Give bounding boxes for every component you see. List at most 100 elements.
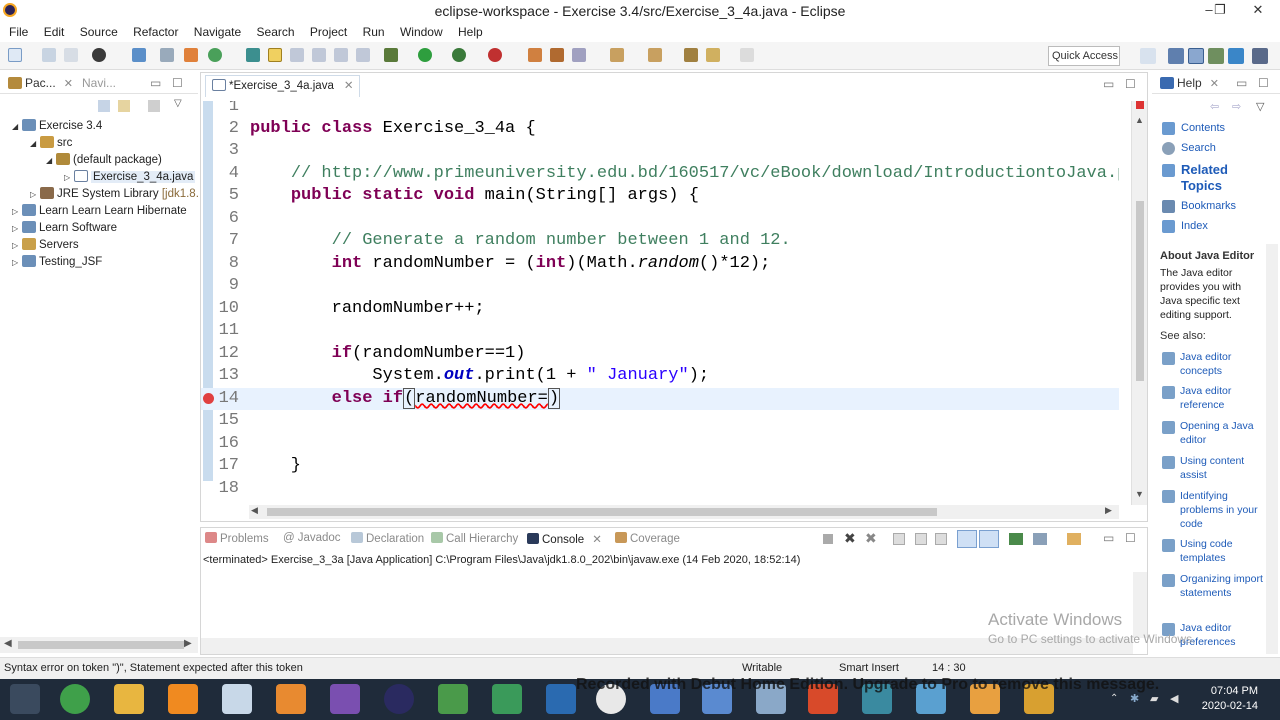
focus-icon[interactable] — [148, 100, 160, 112]
close-icon[interactable]: ✕ — [592, 534, 602, 546]
skip-breakpoints-icon[interactable] — [160, 48, 174, 62]
help-related-topics-link[interactable]: Related Topics — [1181, 162, 1261, 194]
perspective-java-ee-icon[interactable] — [1168, 48, 1184, 64]
expand-icon[interactable]: ◢ — [46, 152, 56, 169]
toggle-block-icon[interactable] — [312, 48, 326, 62]
view-menu-icon[interactable]: ▽ — [174, 98, 182, 109]
open-type-icon[interactable] — [528, 48, 542, 62]
visual-studio-icon[interactable] — [330, 684, 360, 714]
maximize-button[interactable]: ❐ — [1200, 0, 1240, 22]
menu-edit[interactable]: Edit — [38, 23, 71, 41]
tab-package-explorer[interactable]: Pac... ✕ — [8, 75, 73, 92]
clear-console-icon[interactable] — [893, 533, 905, 545]
save-icon[interactable] — [42, 48, 56, 62]
see-also-link[interactable]: Using code templates — [1180, 537, 1268, 565]
tab-call-hierarchy[interactable]: Call Hierarchy — [431, 532, 518, 545]
external-tools-icon[interactable] — [488, 48, 502, 62]
minimize-editor-icon[interactable]: ▭ — [1103, 77, 1114, 91]
see-also-link[interactable]: Identifying problems in your code — [1180, 489, 1268, 531]
quick-access-input[interactable]: Quick Access — [1048, 46, 1120, 66]
search-tool-icon[interactable] — [572, 48, 586, 62]
terminal-icon[interactable] — [132, 48, 146, 62]
perspective-debug-icon[interactable] — [1208, 48, 1224, 64]
media-player-icon[interactable] — [276, 684, 306, 714]
prev-annotation-icon[interactable] — [648, 48, 662, 62]
collapse-all-icon[interactable] — [98, 100, 110, 112]
tab-javadoc[interactable]: @ Javadoc — [283, 532, 341, 544]
tree-item-default-package[interactable]: ◢ (default package) — [0, 152, 198, 169]
tree-item-hibernate[interactable]: ▷ Learn Learn Learn Hibernate — [0, 203, 198, 220]
paragraph-icon[interactable] — [356, 48, 370, 62]
menu-navigate[interactable]: Navigate — [188, 23, 247, 41]
scroll-lock-icon[interactable] — [915, 533, 927, 545]
help-contents-link[interactable]: Contents — [1181, 121, 1225, 135]
help-vscrollbar[interactable] — [1266, 244, 1278, 654]
expand-icon[interactable]: ▷ — [12, 254, 22, 271]
remove-all-icon[interactable]: ✖ — [865, 530, 877, 547]
tree-item-exercise-3-4[interactable]: ◢ Exercise 3.4 — [0, 118, 198, 135]
tree-item-exercise-file[interactable]: ▷ Exercise_3_4a.java — [0, 169, 198, 186]
taskbar-clock[interactable]: 07:04 PM 2020-02-14 — [1202, 684, 1258, 714]
maximize-editor-icon[interactable]: ☐ — [1125, 77, 1136, 91]
see-also-link[interactable]: Java editor concepts — [1180, 350, 1268, 378]
remove-launch-icon[interactable]: ✖ — [844, 530, 856, 547]
new-java-project-icon[interactable] — [184, 48, 198, 62]
run-icon[interactable] — [418, 48, 432, 62]
tree-item-servers[interactable]: ▷ Servers — [0, 237, 198, 254]
tab-problems[interactable]: Problems — [205, 532, 269, 545]
terminate-icon[interactable] — [823, 534, 833, 544]
expand-icon[interactable]: ▷ — [64, 169, 74, 186]
see-also-link[interactable]: Using content assist — [1180, 454, 1268, 482]
forward-icon[interactable]: ⇨ — [1232, 100, 1241, 113]
close-icon[interactable]: ✕ — [64, 78, 73, 90]
highlight-icon[interactable] — [268, 48, 282, 62]
menu-project[interactable]: Project — [304, 23, 353, 41]
coverage-icon[interactable] — [452, 48, 466, 62]
menu-source[interactable]: Source — [74, 23, 124, 41]
tab-help[interactable]: Help ✕ — [1160, 75, 1219, 92]
open-task-icon[interactable] — [550, 48, 564, 62]
maximize-view-icon[interactable]: ☐ — [172, 75, 183, 91]
close-icon[interactable]: ✕ — [344, 80, 354, 92]
tab-console[interactable]: Console ✕ — [527, 532, 602, 546]
scroll-thumb[interactable] — [267, 508, 937, 516]
code-area[interactable]: 1 2 public class Exercise_3_4a { 3 4 // h… — [201, 101, 1119, 505]
start-icon[interactable] — [10, 684, 40, 714]
scroll-down-icon[interactable]: ▼ — [1135, 489, 1144, 499]
expand-icon[interactable]: ◢ — [12, 118, 22, 135]
left-hscrollbar[interactable]: ◀ ▶ — [0, 637, 198, 653]
open-perspective-icon[interactable] — [1140, 48, 1156, 64]
scroll-up-icon[interactable]: ▲ — [1135, 115, 1144, 125]
debug-bug-icon[interactable] — [384, 48, 398, 62]
expand-icon[interactable]: ▷ — [12, 220, 22, 237]
new-class-icon[interactable] — [246, 48, 260, 62]
perspective-team-icon[interactable] — [1252, 48, 1268, 64]
help-bookmarks-link[interactable]: Bookmarks — [1181, 199, 1236, 213]
word-wrap-icon[interactable] — [935, 533, 947, 545]
help-index-link[interactable]: Index — [1181, 219, 1208, 233]
vlc-icon[interactable] — [168, 684, 198, 714]
show-on-error-icon[interactable] — [979, 530, 999, 548]
help-search-link[interactable]: Search — [1181, 141, 1216, 155]
eclipse-taskbar-icon[interactable] — [384, 684, 414, 714]
menu-refactor[interactable]: Refactor — [127, 23, 184, 41]
save-all-icon[interactable] — [64, 48, 78, 62]
scroll-left-icon[interactable]: ◀ — [251, 505, 258, 516]
tab-coverage[interactable]: Coverage — [615, 532, 680, 545]
menu-window[interactable]: Window — [394, 23, 449, 41]
show-on-output-icon[interactable] — [957, 530, 977, 548]
maximize-view-icon[interactable]: ☐ — [1125, 531, 1136, 545]
minimize-view-icon[interactable]: ▭ — [150, 75, 161, 91]
tray-volume-icon[interactable]: ◀ — [1170, 692, 1178, 705]
tree-item-testing-jsf[interactable]: ▷ Testing_JSF — [0, 254, 198, 271]
close-button[interactable]: ✕ — [1236, 0, 1280, 22]
show-whitespace-icon[interactable] — [290, 48, 304, 62]
scroll-thumb[interactable] — [1136, 201, 1144, 381]
close-icon[interactable]: ✕ — [1210, 78, 1219, 90]
help-menu-icon[interactable]: ▽ — [1256, 100, 1264, 113]
forward-icon[interactable] — [740, 48, 754, 62]
back-icon[interactable]: ⇦ — [1210, 100, 1219, 113]
tab-declaration[interactable]: Declaration — [351, 532, 424, 545]
open-console-icon[interactable] — [1067, 533, 1081, 545]
tree-item-jre[interactable]: ▷ JRE System Library [jdk1.8. — [0, 186, 199, 203]
